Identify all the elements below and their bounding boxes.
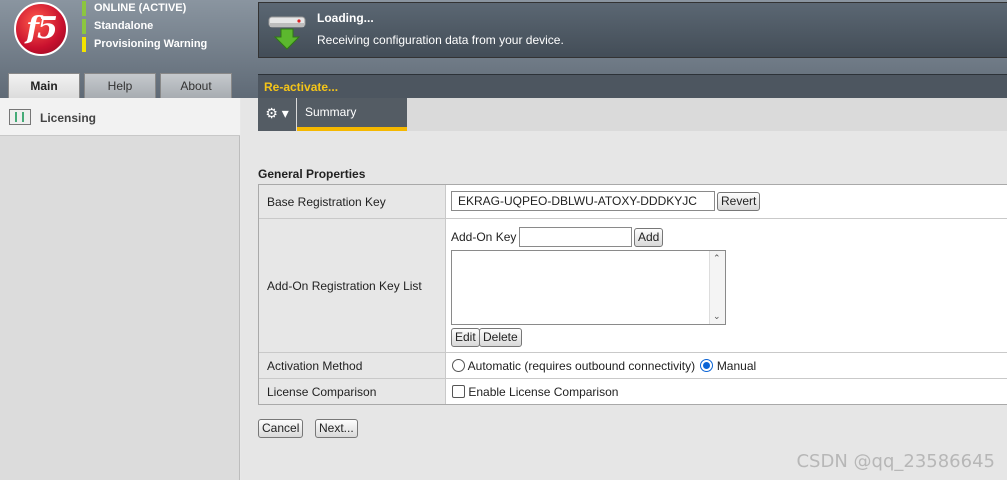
loading-title: Loading... xyxy=(317,11,374,25)
table-row: License Comparison Enable License Compar… xyxy=(259,378,1007,404)
comparison-label: License Comparison xyxy=(259,379,446,404)
reactivate-bar: Re-activate... xyxy=(258,74,1007,98)
revert-button[interactable]: Revert xyxy=(717,192,761,211)
reactivate-link[interactable]: Re-activate... xyxy=(264,80,338,94)
main-content: ⚙ ▾ Summary General Properties Base Regi… xyxy=(241,98,1007,480)
next-button[interactable]: Next... xyxy=(315,419,358,438)
activation-options: Automatic (requires outbound connectivit… xyxy=(452,359,756,373)
device-download-icon xyxy=(268,16,306,50)
comparison-checkbox-label[interactable]: Enable License Comparison xyxy=(468,385,618,399)
tab-help[interactable]: Help xyxy=(84,73,156,98)
addon-key-label: Add-On Key xyxy=(451,230,517,244)
status-online[interactable]: ONLINE (ACTIVE) xyxy=(82,1,186,16)
status-standalone[interactable]: Standalone xyxy=(82,19,153,34)
comparison-cell: Enable License Comparison xyxy=(446,379,1007,404)
loading-panel: Loading... Receiving configuration data … xyxy=(258,2,1007,58)
comparison-option: Enable License Comparison xyxy=(452,385,618,399)
manual-radio-label[interactable]: Manual xyxy=(717,359,756,373)
gear-menu-button[interactable]: ⚙ ▾ xyxy=(258,98,296,131)
gear-icon: ⚙ ▾ xyxy=(265,105,289,121)
activation-label: Activation Method xyxy=(259,353,446,378)
tab-summary[interactable]: Summary xyxy=(297,98,407,131)
comparison-checkbox[interactable] xyxy=(452,385,465,398)
manual-radio[interactable] xyxy=(700,359,714,372)
properties-table: Base Registration Key EKRAG-UQPEO-DBLWU-… xyxy=(258,184,1007,405)
scroll-up-icon[interactable]: ⌃ xyxy=(713,253,721,264)
cancel-button[interactable]: Cancel xyxy=(258,419,304,438)
toolbar: ⚙ ▾ Summary xyxy=(258,98,1007,131)
license-icon xyxy=(9,109,31,125)
base-key-input[interactable]: EKRAG-UQPEO-DBLWU-ATOXY-DDDKYJC xyxy=(451,191,715,211)
base-key-label: Base Registration Key xyxy=(259,185,446,218)
table-row: Add-On Registration Key List Add-On Key … xyxy=(259,218,1007,352)
table-row: Base Registration Key EKRAG-UQPEO-DBLWU-… xyxy=(259,185,1007,218)
sidebar: Licensing xyxy=(0,98,240,480)
sidebar-item-licensing[interactable]: Licensing xyxy=(0,98,240,136)
base-key-cell: EKRAG-UQPEO-DBLWU-ATOXY-DDDKYJC Revert xyxy=(446,185,1007,218)
activation-cell: Automatic (requires outbound connectivit… xyxy=(446,353,1007,378)
automatic-radio-label[interactable]: Automatic (requires outbound connectivit… xyxy=(468,359,695,373)
add-button[interactable]: Add xyxy=(634,228,664,247)
tab-main[interactable]: Main xyxy=(8,73,80,98)
table-row: Activation Method Automatic (requires ou… xyxy=(259,352,1007,378)
sidebar-item-label: Licensing xyxy=(40,111,97,125)
status-provisioning-warning[interactable]: Provisioning Warning xyxy=(82,37,207,52)
list-scrollbar[interactable]: ⌃ ⌄ xyxy=(709,251,725,324)
addon-list-label: Add-On Registration Key List xyxy=(259,219,446,352)
section-title: General Properties xyxy=(258,167,366,181)
watermark: CSDN @qq_23586645 xyxy=(796,451,995,472)
loading-message: Receiving configuration data from your d… xyxy=(317,33,564,47)
addon-key-input[interactable] xyxy=(519,227,632,247)
scroll-down-icon[interactable]: ⌄ xyxy=(713,311,721,322)
f5-logo[interactable]: f5 xyxy=(14,2,68,56)
edit-button[interactable]: Edit xyxy=(451,328,480,347)
addon-list-cell: Add-On Key Add ⌃ ⌄ Edit Delete xyxy=(446,219,1007,352)
automatic-radio[interactable] xyxy=(452,359,465,372)
delete-button[interactable]: Delete xyxy=(479,328,522,347)
tab-about[interactable]: About xyxy=(160,73,232,98)
addon-key-list[interactable]: ⌃ ⌄ xyxy=(451,250,726,325)
